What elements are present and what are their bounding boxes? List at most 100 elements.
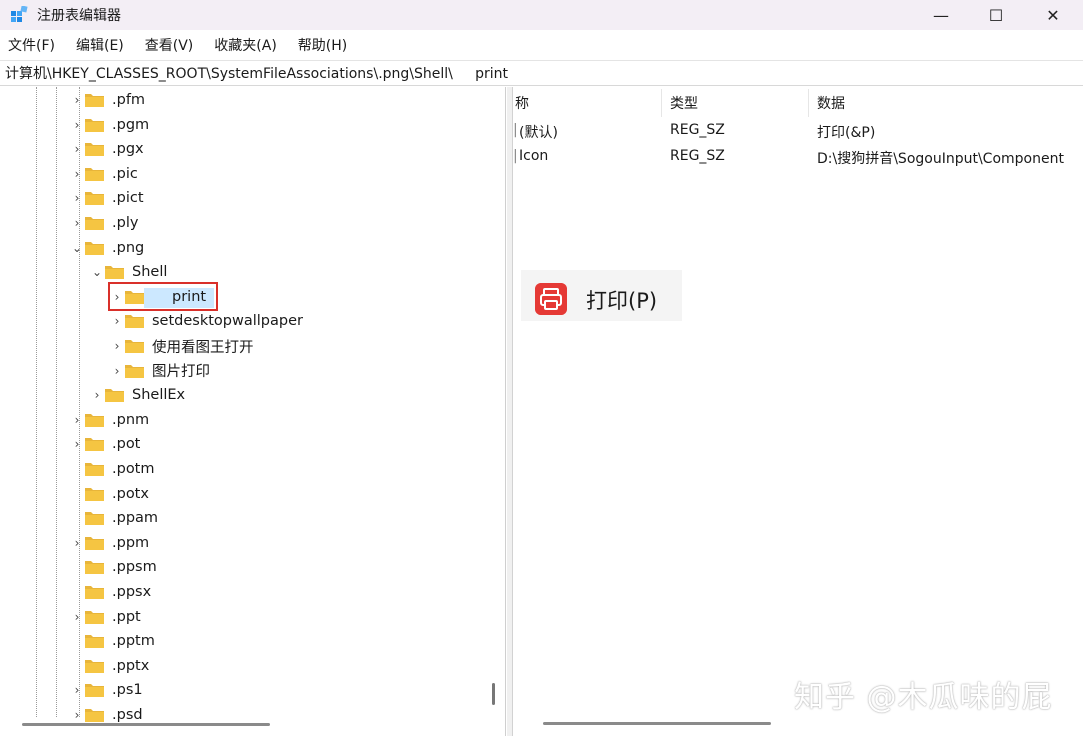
tree-node[interactable]: › .pict (70, 186, 146, 210)
value-name: (默认) (519, 125, 558, 141)
chevron-right-icon[interactable]: › (110, 309, 124, 333)
tree-node[interactable]: .ppam (70, 506, 160, 530)
tree-node[interactable]: › setdesktopwallpaper (110, 309, 305, 333)
tree-vertical-scrollbar[interactable] (492, 683, 495, 705)
tree-node-label: .ppam (112, 510, 159, 527)
tree-node[interactable]: .potx (70, 482, 151, 506)
menu-edit[interactable]: 编辑(E) (74, 33, 126, 57)
tree-node-label: .pict (112, 190, 144, 207)
chevron-right-icon[interactable]: › (70, 162, 84, 186)
folder-icon (105, 266, 124, 280)
menu-help[interactable]: 帮助(H) (296, 33, 349, 57)
menu-view[interactable]: 查看(V) (143, 33, 196, 57)
tree-node[interactable]: .ppsx (70, 580, 153, 604)
tree-node-label: .pot (112, 436, 141, 453)
menu-favorites[interactable]: 收藏夹(A) (212, 33, 279, 57)
folder-icon (85, 487, 104, 501)
title-bar: 注册表编辑器 — ☐ ✕ (0, 0, 1083, 30)
tree-node-label: .ppt (112, 608, 141, 625)
printer-icon (535, 283, 567, 315)
tree-node[interactable]: .pptm (70, 629, 157, 653)
folder-icon (85, 586, 104, 599)
tree-node[interactable]: › .pgx (70, 137, 146, 161)
column-header-data[interactable]: 数据 (817, 93, 845, 113)
tree-node[interactable]: › .ps1 (70, 678, 145, 702)
chevron-right-icon[interactable]: › (70, 605, 84, 629)
folder-icon (125, 315, 144, 329)
maximize-button[interactable]: ☐ (968, 0, 1024, 30)
tree-node[interactable]: › .pot (70, 432, 142, 456)
chevron-right-icon[interactable]: › (70, 113, 84, 137)
tree-node[interactable]: › .pgm (70, 113, 151, 137)
tree-node[interactable]: › .pnm (70, 408, 151, 432)
maximize-icon: ☐ (988, 5, 1004, 25)
value-name: Icon (519, 148, 549, 164)
chevron-right-icon[interactable]: › (70, 137, 84, 161)
chevron-right-icon[interactable]: › (110, 285, 124, 309)
chevron-right-icon[interactable]: › (70, 211, 84, 235)
tree-node[interactable]: .potm (70, 457, 157, 481)
close-button[interactable]: ✕ (1025, 0, 1081, 30)
close-icon: ✕ (1046, 5, 1060, 25)
tree-node[interactable]: .pptx (70, 654, 151, 678)
tree-node-label: print (172, 288, 207, 305)
tree-node-label: .ply (112, 215, 139, 231)
tree-horizontal-scrollbar[interactable] (22, 723, 270, 726)
tree-node-label: .pgx (112, 141, 144, 158)
chevron-right-icon[interactable]: › (110, 359, 124, 383)
column-header-name[interactable]: 称 (515, 93, 529, 113)
values-pane[interactable]: 称 类型 数据 | (默认) REG_SZ 打印(&P) | Icon REG_… (513, 87, 1083, 736)
tree-node[interactable]: ⌄ Shell (90, 260, 169, 284)
chevron-right-icon[interactable]: › (70, 88, 84, 112)
tree-node-label: .pic (112, 165, 138, 182)
value-icon: | (513, 148, 518, 164)
tree-node[interactable]: › .pfm (70, 88, 147, 112)
tree-pane[interactable]: › .pfm › .pgm › .pgx › .pic › .pict › .ply ⌄ .png ⌄ She… (0, 87, 506, 736)
tree-node[interactable]: .ppsm (70, 555, 159, 579)
folder-icon (85, 684, 104, 698)
tree-node[interactable]: › .ply (70, 211, 140, 235)
tree-node-label: .pptx (112, 657, 150, 674)
chevron-right-icon[interactable]: › (70, 432, 84, 456)
tree-node-label: 使用看图王打开 (152, 339, 254, 356)
tree-node[interactable]: › 使用看图王打开 (110, 334, 256, 358)
column-separator[interactable] (661, 89, 662, 117)
chevron-down-icon[interactable]: ⌄ (90, 260, 104, 284)
folder-icon (85, 118, 104, 132)
chevron-right-icon[interactable]: › (70, 408, 84, 432)
chevron-right-icon[interactable]: › (70, 531, 84, 555)
tree-node[interactable]: › 图片打印 (110, 359, 212, 383)
folder-icon (85, 659, 104, 673)
column-separator[interactable] (808, 89, 809, 117)
chevron-down-icon[interactable]: ⌄ (70, 236, 84, 260)
value-data: 打印(&P) (817, 125, 876, 141)
value-data: D:\搜狗拼音\SogouInput\Component (817, 151, 1064, 167)
folder-icon (85, 143, 104, 157)
address-bar[interactable]: 计算机\HKEY_CLASSES_ROOT\SystemFileAssociat… (0, 60, 1083, 86)
chevron-right-icon[interactable]: › (110, 334, 124, 358)
tree-node[interactable]: › ShellEx (90, 383, 187, 407)
folder-icon (85, 241, 104, 255)
folder-icon (125, 290, 144, 304)
chevron-right-icon[interactable]: › (70, 678, 84, 702)
tree-node[interactable]: ⌄ .png (70, 236, 146, 260)
folder-icon (85, 561, 104, 575)
registry-editor-icon (11, 6, 28, 22)
chevron-right-icon[interactable]: › (70, 186, 84, 210)
tree-node[interactable]: › .pic (70, 162, 140, 186)
menu-file[interactable]: 文件(F) (6, 33, 57, 57)
tree-node-label: .ppsm (112, 559, 157, 576)
tree-node[interactable]: › .ppm (70, 531, 151, 555)
column-header-type[interactable]: 类型 (670, 93, 698, 113)
tree-node[interactable]: › print (110, 285, 208, 309)
chevron-right-icon[interactable]: › (90, 383, 104, 407)
values-horizontal-scrollbar[interactable] (543, 722, 771, 725)
folder-icon (85, 413, 104, 427)
folder-icon (85, 167, 104, 181)
folder-icon (85, 463, 104, 476)
minimize-button[interactable]: — (913, 0, 969, 30)
menu-bar: 文件(F) 编辑(E) 查看(V) 收藏夹(A) 帮助(H) (0, 31, 1083, 59)
context-menu-item-print[interactable]: 打印(P) (521, 270, 682, 321)
value-type: REG_SZ (670, 122, 725, 138)
tree-node[interactable]: › .ppt (70, 605, 143, 629)
